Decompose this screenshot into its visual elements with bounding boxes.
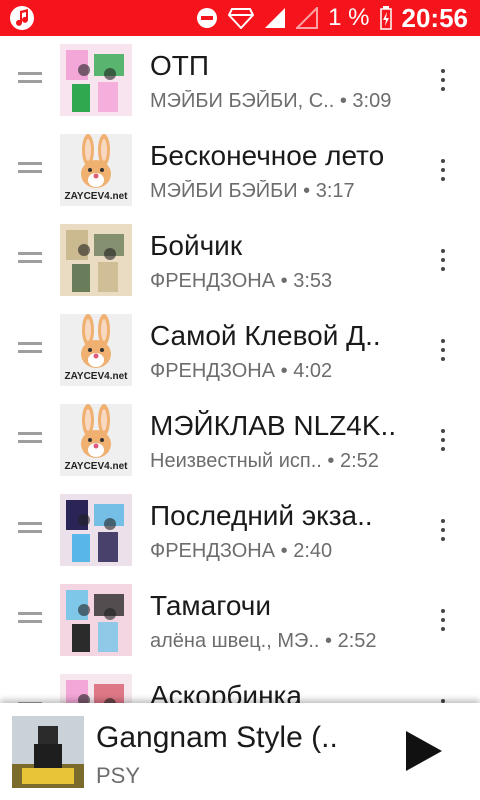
track-meta: ФРЕНДЗОНА • 3:53 bbox=[150, 270, 420, 293]
battery-percent: 1 % bbox=[328, 4, 370, 31]
track-row[interactable]: ZAYCEV4.net Самой Клевой Д.. ФРЕНДЗОНА • 4… bbox=[0, 306, 480, 396]
more-options-icon[interactable] bbox=[436, 609, 450, 635]
now-playing-artist: PSY bbox=[96, 763, 141, 788]
track-meta: Неизвестный исп.. • 2:52 bbox=[150, 450, 420, 473]
track-row[interactable]: ZAYCEV4.net Бесконечное лето МЭЙБИ БЭЙБИ •… bbox=[0, 126, 480, 216]
album-cover bbox=[60, 44, 132, 116]
drag-handle-icon[interactable] bbox=[18, 522, 42, 536]
track-artist: МЭЙБИ БЭЙБИ, С.. bbox=[150, 90, 335, 112]
now-playing-title: Gangnam Style (.. bbox=[96, 721, 338, 754]
track-title: Самой Клевой Д.. bbox=[150, 320, 381, 351]
signal-icon bbox=[265, 8, 286, 28]
track-row[interactable]: ZAYCEV4.net МЭЙКЛАВ NLZ4K.. Неизвестный ис… bbox=[0, 396, 480, 486]
track-artist: ФРЕНДЗОНА bbox=[150, 360, 276, 382]
track-duration: • 3:17 bbox=[297, 180, 355, 202]
zaycev-label: ZAYCEV4.net bbox=[64, 191, 128, 202]
track-duration: • 2:52 bbox=[321, 450, 379, 472]
track-row[interactable]: ОТП МЭЙБИ БЭЙБИ, С.. • 3:09 bbox=[0, 36, 480, 126]
track-title: МЭЙКЛАВ NLZ4K.. bbox=[150, 410, 397, 441]
track-list: ОТП МЭЙБИ БЭЙБИ, С.. • 3:09 ZAYCEV4.net Бес… bbox=[0, 36, 480, 756]
signal-off-icon bbox=[296, 7, 319, 29]
track-artist: МЭЙБИ БЭЙБИ bbox=[150, 180, 298, 202]
track-title: Тамагочи bbox=[150, 590, 272, 621]
more-options-icon[interactable] bbox=[436, 159, 450, 185]
more-options-icon[interactable] bbox=[436, 249, 450, 275]
more-options-icon[interactable] bbox=[436, 339, 450, 365]
zaycev-label: ZAYCEV4.net bbox=[64, 371, 128, 382]
track-meta: алёна швец., МЭ.. • 2:52 bbox=[150, 630, 420, 653]
track-duration: • 2:52 bbox=[319, 630, 377, 652]
battery-charging-icon bbox=[379, 6, 392, 30]
track-title: ОТП bbox=[150, 50, 210, 81]
track-meta: ФРЕНДЗОНА • 4:02 bbox=[150, 360, 420, 383]
track-duration: • 4:02 bbox=[275, 360, 333, 382]
track-artist: ФРЕНДЗОНА bbox=[150, 540, 276, 562]
drag-handle-icon[interactable] bbox=[18, 432, 42, 446]
music-note-icon bbox=[10, 6, 34, 30]
zaycev-label: ZAYCEV4.net bbox=[64, 461, 128, 472]
track-row[interactable]: Тамагочи алёна швец., МЭ.. • 2:52 bbox=[0, 576, 480, 666]
clock: 20:56 bbox=[401, 2, 469, 33]
album-cover bbox=[60, 224, 132, 296]
track-artist: алёна швец., МЭ.. bbox=[150, 630, 320, 652]
album-cover bbox=[60, 494, 132, 566]
drag-handle-icon[interactable] bbox=[18, 72, 42, 86]
track-title: Бойчик bbox=[150, 230, 243, 261]
drag-handle-icon[interactable] bbox=[18, 612, 42, 626]
track-duration: • 3:53 bbox=[275, 270, 333, 292]
track-title: Последний экза.. bbox=[150, 500, 373, 531]
now-playing-cover bbox=[12, 716, 84, 788]
track-title: Бесконечное лето bbox=[150, 140, 385, 171]
drag-handle-icon[interactable] bbox=[18, 252, 42, 266]
more-options-icon[interactable] bbox=[436, 429, 450, 455]
track-artist: ФРЕНДЗОНА bbox=[150, 270, 276, 292]
track-meta: ФРЕНДЗОНА • 2:40 bbox=[150, 540, 420, 563]
drag-handle-icon[interactable] bbox=[18, 162, 42, 176]
album-cover bbox=[60, 584, 132, 656]
do-not-disturb-icon bbox=[197, 8, 218, 28]
status-bar: 1 % 20:56 bbox=[0, 0, 480, 36]
track-meta: МЭЙБИ БЭЙБИ, С.. • 3:09 bbox=[150, 90, 420, 113]
vpn-diamond-icon bbox=[228, 8, 255, 29]
track-row[interactable]: Бойчик ФРЕНДЗОНА • 3:53 bbox=[0, 216, 480, 306]
more-options-icon[interactable] bbox=[436, 69, 450, 95]
album-cover: ZAYCEV4.net bbox=[60, 314, 132, 386]
album-cover: ZAYCEV4.net bbox=[60, 404, 132, 476]
track-row[interactable]: Последний экза.. ФРЕНДЗОНА • 2:40 bbox=[0, 486, 480, 576]
track-duration: • 3:09 bbox=[334, 90, 392, 112]
play-button[interactable] bbox=[396, 725, 448, 777]
track-duration: • 2:40 bbox=[275, 540, 333, 562]
track-meta: МЭЙБИ БЭЙБИ • 3:17 bbox=[150, 180, 420, 203]
album-cover: ZAYCEV4.net bbox=[60, 134, 132, 206]
play-icon bbox=[406, 731, 442, 771]
drag-handle-icon[interactable] bbox=[18, 342, 42, 356]
more-options-icon[interactable] bbox=[436, 519, 450, 545]
track-artist: Неизвестный исп.. bbox=[150, 450, 322, 472]
now-playing-bar[interactable]: Gangnam Style (.. PSY bbox=[0, 703, 480, 800]
